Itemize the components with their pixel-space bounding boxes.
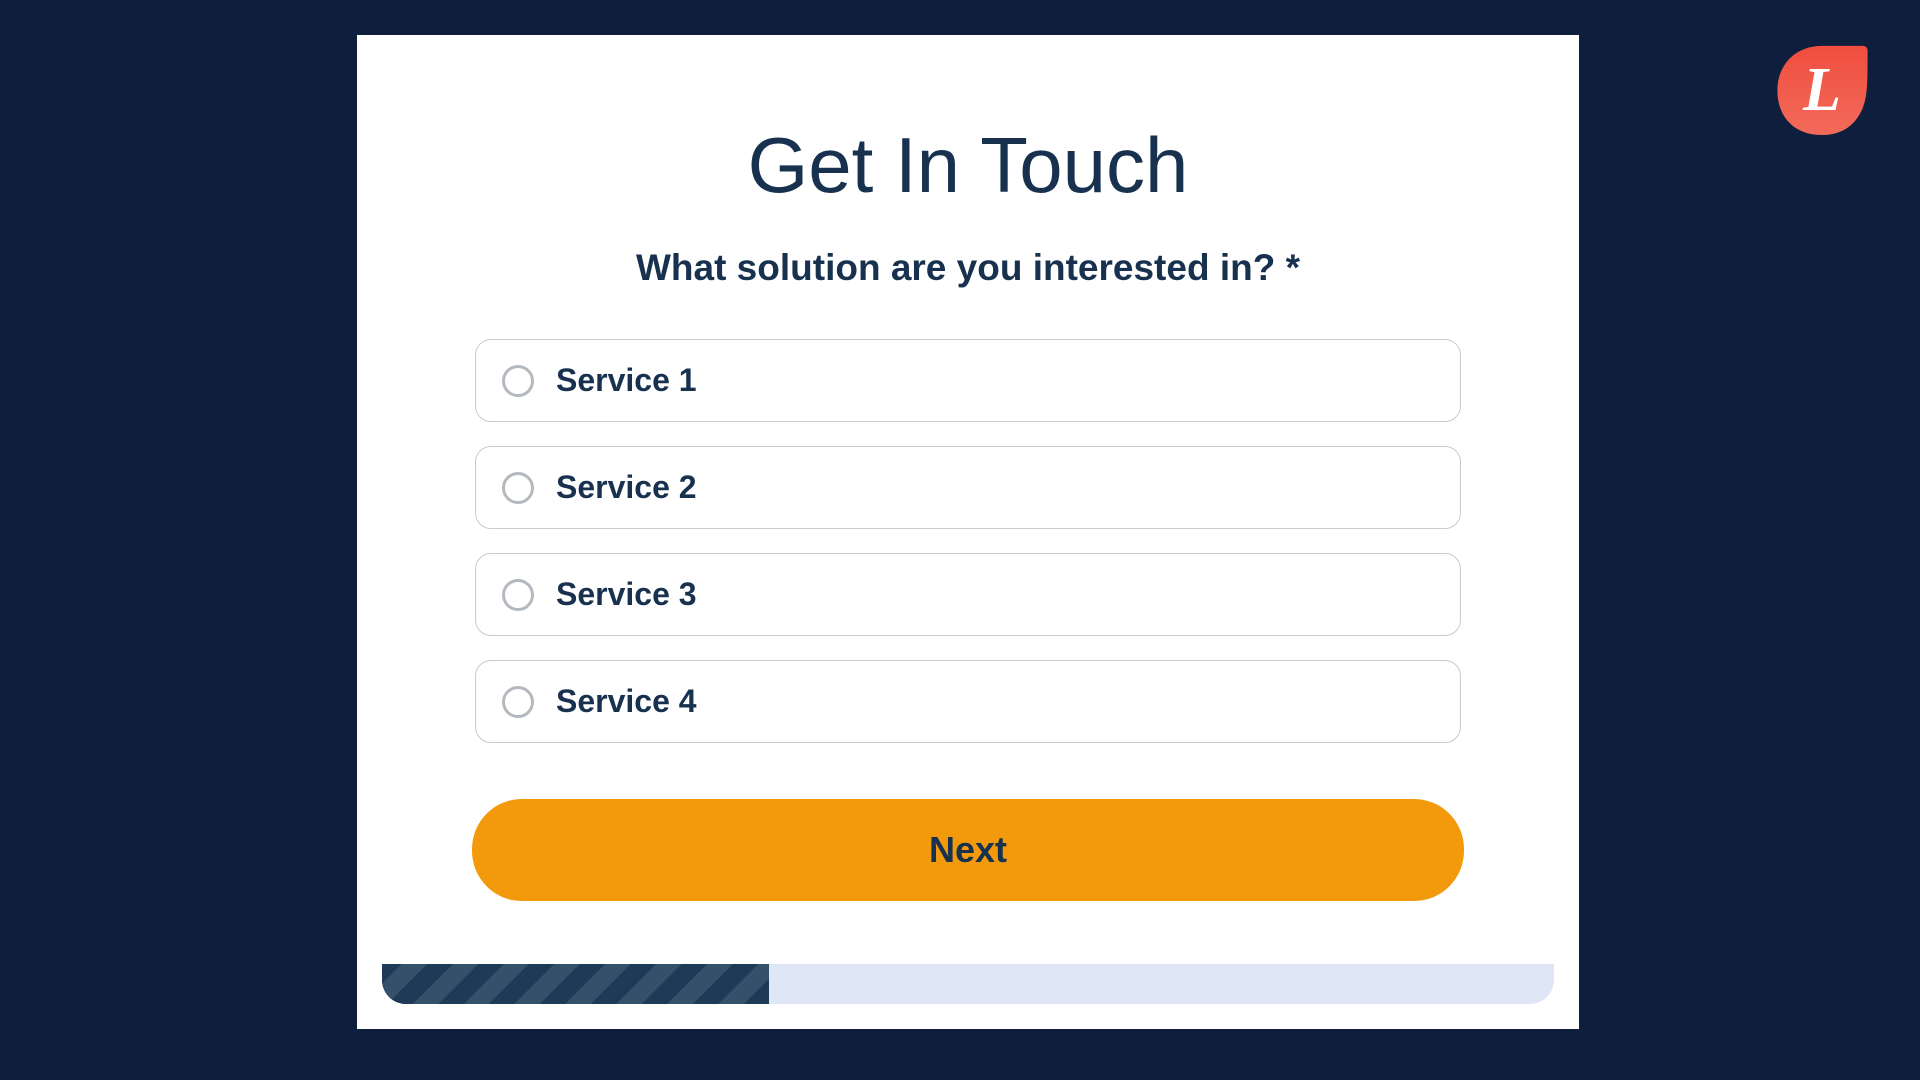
- form-card-outer: Get In Touch What solution are you inter…: [357, 35, 1579, 1029]
- option-label: Service 2: [556, 469, 697, 506]
- logo-icon: L: [1772, 40, 1872, 137]
- radio-icon: [502, 472, 534, 504]
- radio-icon: [502, 365, 534, 397]
- logo-badge: L: [1772, 40, 1872, 137]
- radio-icon: [502, 686, 534, 718]
- radio-icon: [502, 579, 534, 611]
- progress-bar: [382, 964, 1554, 1004]
- form-content: Get In Touch What solution are you inter…: [382, 60, 1554, 941]
- logo-letter: L: [1803, 54, 1841, 125]
- form-title: Get In Touch: [748, 120, 1189, 211]
- form-card-inner: Get In Touch What solution are you inter…: [382, 60, 1554, 1004]
- form-question: What solution are you interested in? *: [636, 247, 1300, 289]
- option-label: Service 3: [556, 576, 697, 613]
- option-service-3[interactable]: Service 3: [475, 553, 1461, 636]
- progress-fill: [382, 964, 769, 1004]
- option-service-1[interactable]: Service 1: [475, 339, 1461, 422]
- option-label: Service 1: [556, 362, 697, 399]
- options-container: Service 1 Service 2 Service 3 Service 4: [472, 339, 1464, 743]
- option-label: Service 4: [556, 683, 697, 720]
- option-service-2[interactable]: Service 2: [475, 446, 1461, 529]
- option-service-4[interactable]: Service 4: [475, 660, 1461, 743]
- next-button[interactable]: Next: [472, 799, 1464, 901]
